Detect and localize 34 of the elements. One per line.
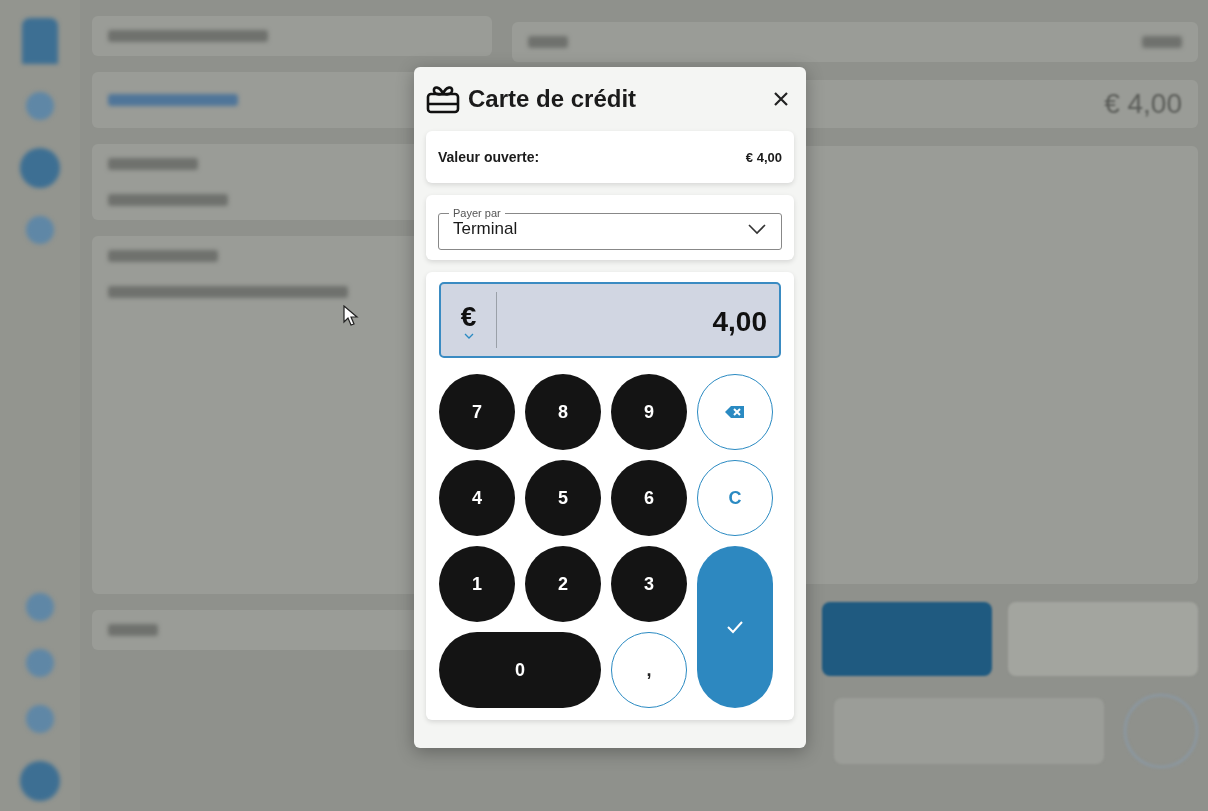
background-button[interactable] [822, 602, 992, 676]
amount-field[interactable]: € 4,00 [439, 282, 781, 358]
sidebar-icon[interactable] [20, 148, 60, 188]
digit-key[interactable]: 4 [439, 460, 515, 536]
digit-key[interactable]: 5 [525, 460, 601, 536]
check-icon [726, 620, 744, 634]
digit-key[interactable]: 6 [611, 460, 687, 536]
sidebar-icon[interactable] [20, 761, 60, 801]
backspace-icon [724, 405, 746, 419]
mouse-pointer-icon [343, 305, 359, 327]
digit-key[interactable]: 3 [611, 546, 687, 622]
chevron-down-icon [463, 333, 474, 339]
sidebar-icon[interactable] [26, 649, 54, 677]
sidebar-icon[interactable] [26, 92, 54, 120]
digit-key[interactable]: 9 [611, 374, 687, 450]
open-value-label: Valeur ouverte: [438, 149, 540, 165]
sidebar-icon[interactable] [26, 705, 54, 733]
gift-icon [426, 84, 460, 114]
pay-by-dropdown[interactable]: Payer par Terminal [438, 207, 782, 250]
close-icon [774, 92, 788, 106]
digit-key[interactable]: 1 [439, 546, 515, 622]
dialog-title: Carte de crédit [468, 85, 638, 113]
digit-key[interactable]: 7 [439, 374, 515, 450]
currency-selector[interactable]: € [441, 292, 497, 348]
digit-key[interactable]: 8 [525, 374, 601, 450]
clear-key[interactable]: C [697, 460, 773, 536]
chevron-down-icon [747, 223, 767, 235]
sidebar-icon[interactable] [26, 216, 54, 244]
digit-key[interactable]: 2 [525, 546, 601, 622]
open-value-amount: € 4,00 [745, 149, 782, 165]
sidebar-icon[interactable] [26, 593, 54, 621]
total-amount: € 4,00 [1104, 88, 1182, 120]
digit-key[interactable]: 0 [439, 632, 601, 708]
decimal-key[interactable]: , [611, 632, 687, 708]
